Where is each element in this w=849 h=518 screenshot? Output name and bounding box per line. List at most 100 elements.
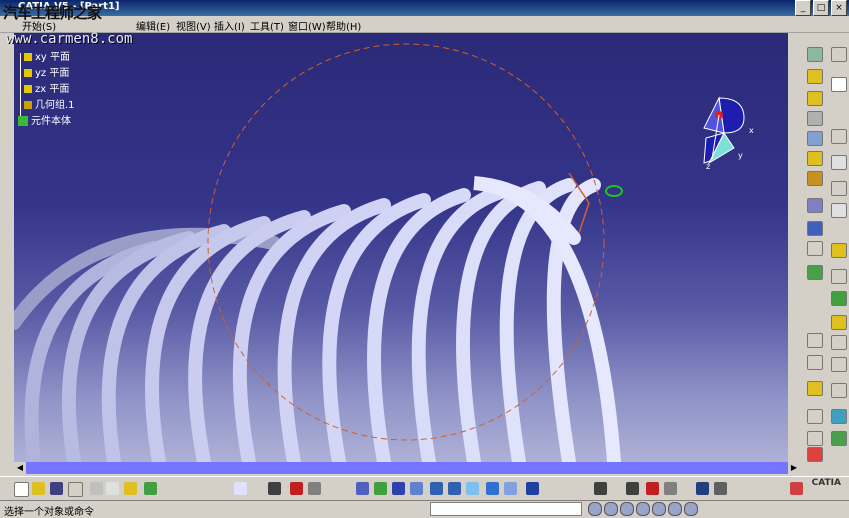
player-play-icon[interactable]: [620, 502, 634, 516]
menu-view[interactable]: 视图(V): [176, 18, 211, 33]
tree-item-xy-plane[interactable]: xy 平面: [24, 51, 70, 65]
sketch-plane-icon[interactable]: [831, 129, 847, 144]
redo-icon[interactable]: [166, 482, 179, 495]
pattern-icon[interactable]: [807, 221, 823, 236]
minimize-icon[interactable]: _: [795, 0, 811, 16]
pad-icon[interactable]: [807, 69, 823, 84]
save-icon[interactable]: [50, 482, 63, 495]
update-icon[interactable]: [594, 482, 607, 495]
player-forward-icon[interactable]: [668, 502, 682, 516]
menu-help[interactable]: 帮助(H): [326, 18, 361, 33]
pan-icon[interactable]: [392, 482, 405, 495]
maximize-icon[interactable]: □: [813, 0, 829, 16]
groove-icon[interactable]: [807, 131, 823, 146]
tree-item-zx-plane[interactable]: zx 平面: [24, 83, 69, 97]
player-pause-icon[interactable]: [636, 502, 650, 516]
fillet-icon[interactable]: [807, 198, 823, 213]
scroll-right-icon[interactable]: ▶: [788, 462, 800, 474]
cut-icon[interactable]: [90, 482, 103, 495]
right-toolbar: [801, 33, 849, 462]
compass-icon[interactable]: x y z: [703, 96, 754, 171]
normal-view-icon[interactable]: [466, 482, 479, 495]
cursor-icon[interactable]: [831, 77, 847, 92]
parallel-view-icon[interactable]: [626, 482, 639, 495]
player-rewind-icon[interactable]: [604, 502, 618, 516]
graphic-properties-icon[interactable]: [290, 482, 303, 495]
table-icon[interactable]: [752, 482, 765, 495]
window-controls: _ □ ×: [795, 0, 847, 16]
new-file-icon[interactable]: [14, 482, 29, 497]
player-stop-icon[interactable]: [652, 502, 666, 516]
line-tool-icon[interactable]: [807, 355, 823, 370]
constraint-icon[interactable]: [831, 315, 847, 330]
sketch-icon[interactable]: [807, 47, 823, 62]
print-icon[interactable]: [68, 482, 83, 497]
player-next-icon[interactable]: [684, 502, 698, 516]
rib-icon[interactable]: [807, 171, 823, 186]
join-icon[interactable]: [831, 431, 847, 446]
measure-icon[interactable]: [807, 265, 823, 280]
zoom-in-icon[interactable]: [430, 482, 443, 495]
hole-icon[interactable]: [807, 151, 823, 166]
iso-view-icon[interactable]: [504, 482, 517, 495]
zoom-out-icon[interactable]: [448, 482, 461, 495]
layer-icon[interactable]: [268, 482, 281, 495]
circle-tool-icon[interactable]: [831, 203, 847, 218]
scroll-left-icon[interactable]: ◀: [14, 462, 26, 474]
menu-tools[interactable]: 工具(T): [250, 18, 284, 33]
undo-icon[interactable]: [144, 482, 157, 495]
surface-icon[interactable]: [831, 409, 847, 424]
analysis-icon[interactable]: [807, 447, 823, 462]
render-icon[interactable]: [646, 482, 659, 495]
gear-icon[interactable]: [714, 482, 727, 495]
swap-space-icon[interactable]: [564, 482, 577, 495]
constraint-tool-icon[interactable]: [770, 482, 783, 495]
player-prev-icon[interactable]: [588, 502, 602, 516]
line-icon[interactable]: [831, 269, 847, 284]
rectangle-icon[interactable]: [831, 181, 847, 196]
spiral-icon[interactable]: [696, 482, 709, 495]
3d-viewport[interactable]: x y z xy 平面 yz 平面 zx 平面 几何组.1 元件本体: [14, 33, 800, 462]
tree-item-yz-plane[interactable]: yz 平面: [24, 67, 69, 81]
menu-window[interactable]: 窗口(W): [288, 18, 326, 33]
command-input[interactable]: [430, 502, 582, 516]
menu-insert[interactable]: 插入(I): [214, 18, 245, 33]
boolean-icon[interactable]: [807, 241, 823, 256]
tree-item-part-body[interactable]: 元件本体: [18, 115, 71, 129]
formula-icon[interactable]: [216, 482, 229, 495]
vertical-scrollbar[interactable]: [788, 33, 800, 462]
horizontal-scrollbar[interactable]: ◀ ▶: [14, 462, 800, 474]
tree-item-geometry-set[interactable]: 几何组.1: [24, 99, 75, 113]
select-arrow-icon[interactable]: [831, 47, 847, 62]
plane-tool-icon[interactable]: [807, 381, 823, 396]
shading-icon[interactable]: [526, 482, 539, 495]
dimension-icon[interactable]: [831, 335, 847, 350]
copy-icon[interactable]: [106, 482, 119, 495]
check-icon[interactable]: [790, 482, 803, 495]
status-bar: 选择一个对象或命令: [0, 500, 849, 518]
fit-all-icon[interactable]: [374, 482, 387, 495]
paste-icon[interactable]: [124, 482, 137, 495]
profile-icon[interactable]: [831, 155, 847, 170]
svg-text:x: x: [749, 126, 754, 135]
multi-view-icon[interactable]: [486, 482, 499, 495]
pocket-icon[interactable]: [807, 91, 823, 106]
transform-icon[interactable]: [807, 409, 823, 424]
split-icon[interactable]: [807, 431, 823, 446]
project-icon[interactable]: [831, 383, 847, 398]
axis-system-icon[interactable]: [734, 482, 747, 495]
axis-icon[interactable]: [831, 291, 847, 306]
catalog-icon[interactable]: [308, 482, 321, 495]
comment-icon[interactable]: [234, 482, 247, 495]
point-icon[interactable]: [807, 333, 823, 348]
material-icon[interactable]: [664, 482, 677, 495]
close-icon[interactable]: ×: [831, 0, 847, 16]
spline-icon[interactable]: [831, 243, 847, 258]
menu-edit[interactable]: 编辑(E): [136, 18, 170, 33]
mirror-icon[interactable]: [831, 357, 847, 372]
fly-mode-icon[interactable]: [356, 482, 369, 495]
open-file-icon[interactable]: [32, 482, 45, 495]
rotate-icon[interactable]: [410, 482, 423, 495]
hide-show-icon[interactable]: [544, 482, 557, 495]
shaft-icon[interactable]: [807, 111, 823, 126]
